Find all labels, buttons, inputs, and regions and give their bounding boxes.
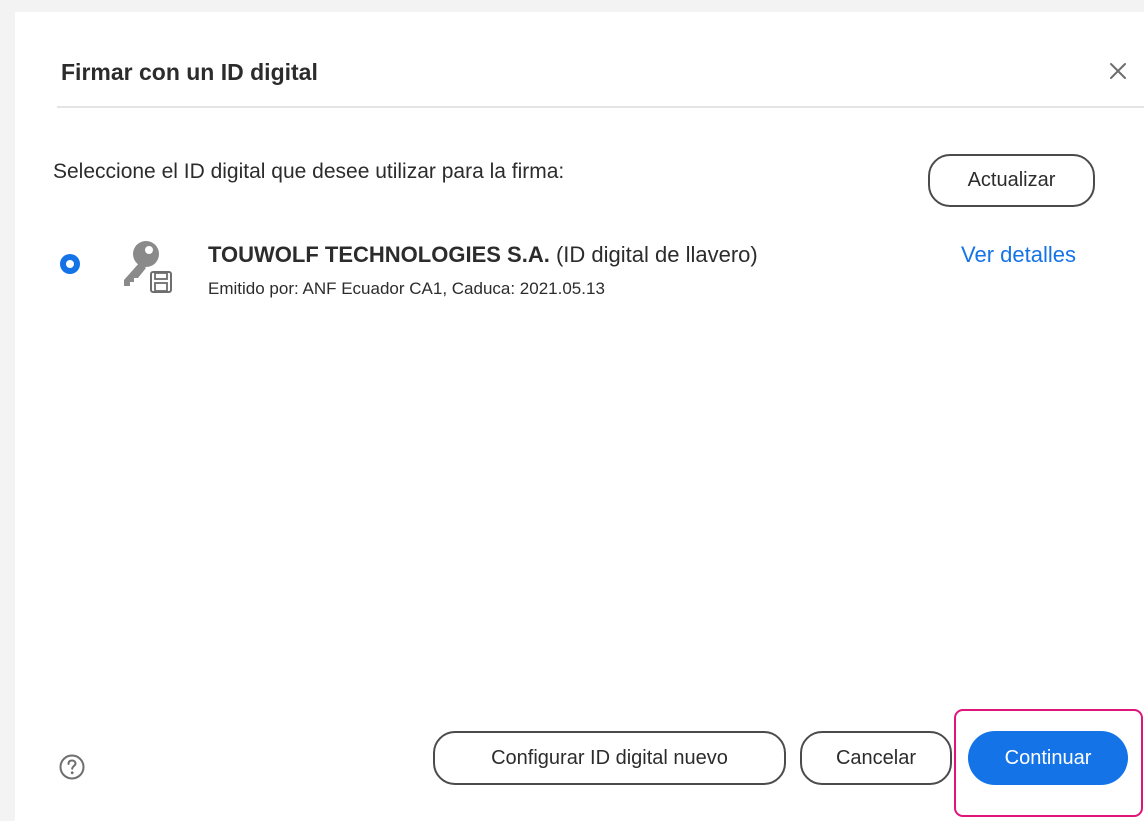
sign-dialog: Firmar con un ID digital Seleccione el I… (15, 12, 1144, 821)
digital-id-name: TOUWOLF TECHNOLOGIES S.A. (ID digital de… (208, 242, 758, 268)
digital-id-owner: TOUWOLF TECHNOLOGIES S.A. (208, 242, 550, 267)
digital-id-issuer: Emitido por: ANF Ecuador CA1, Caduca: 20… (208, 279, 605, 298)
digital-id-type: (ID digital de llavero) (555, 242, 758, 267)
key-icon (124, 241, 173, 294)
close-icon (1110, 63, 1126, 79)
digital-id-radio[interactable] (60, 254, 80, 274)
setup-new-id-button[interactable]: Configurar ID digital nuevo (433, 731, 786, 785)
title-divider (57, 106, 1144, 108)
refresh-button[interactable]: Actualizar (928, 154, 1095, 207)
continue-button[interactable]: Continuar (968, 731, 1128, 785)
close-button[interactable] (1103, 56, 1133, 86)
radio-selected-dot (66, 260, 74, 268)
dialog-title: Firmar con un ID digital (61, 59, 318, 85)
help-icon[interactable] (59, 754, 85, 780)
instruction-text: Seleccione el ID digital que desee utili… (53, 160, 565, 183)
view-details-link[interactable]: Ver detalles (961, 242, 1076, 268)
cancel-button[interactable]: Cancelar (800, 731, 952, 785)
